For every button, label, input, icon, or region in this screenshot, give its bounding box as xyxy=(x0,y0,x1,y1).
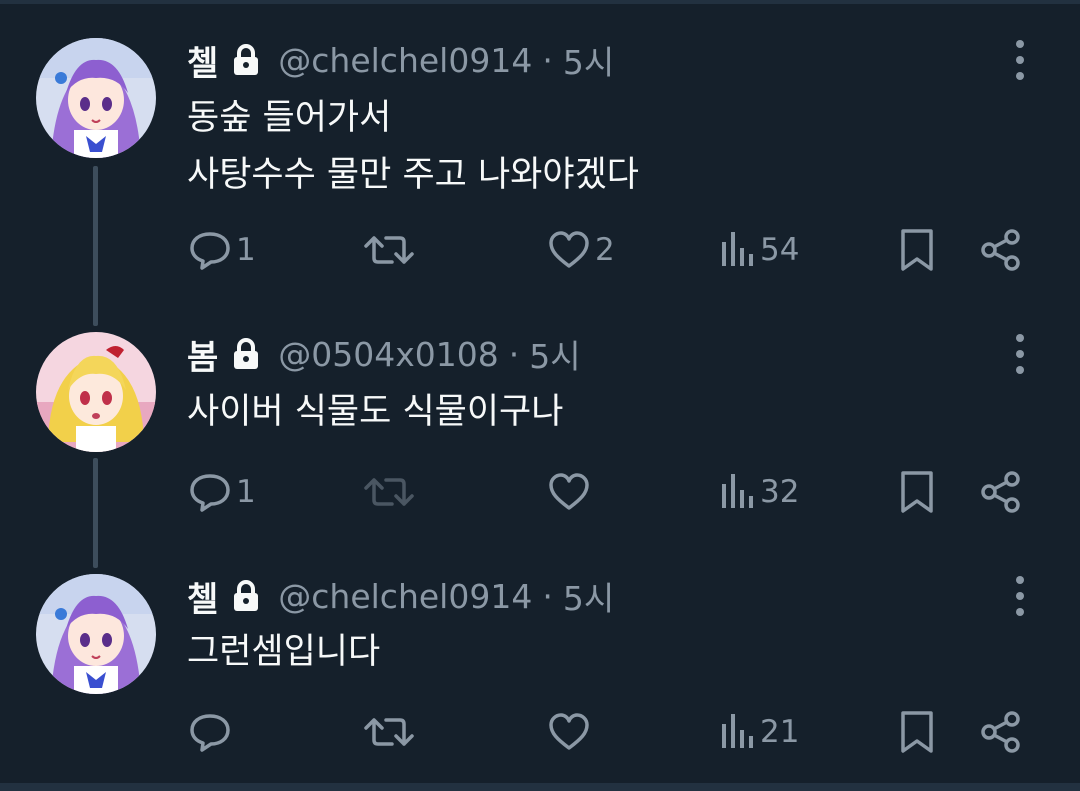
bookmark-button[interactable] xyxy=(900,710,934,754)
share-icon xyxy=(981,711,1020,753)
tweet-text-line: 그런셈입니다 xyxy=(187,632,381,672)
tweet-text: 사이버 식물도 식물이구나 xyxy=(187,384,563,441)
bookmark-button[interactable] xyxy=(900,470,934,514)
share-button[interactable] xyxy=(980,710,1022,754)
user-handle[interactable]: @chelchel0914 xyxy=(278,577,532,616)
lock-icon xyxy=(232,338,260,370)
top-divider xyxy=(0,0,1080,4)
heart-icon xyxy=(549,473,589,510)
user-handle[interactable]: @0504x0108 xyxy=(278,335,499,374)
retweet-icon xyxy=(364,478,414,506)
like-button[interactable] xyxy=(547,710,595,754)
bookmark-icon xyxy=(901,471,933,513)
lock-icon xyxy=(232,44,260,76)
tweet-text-line: 사이버 식물도 식물이구나 xyxy=(187,392,564,432)
views-button[interactable]: 32 xyxy=(720,470,799,514)
avatar[interactable] xyxy=(36,574,156,694)
action-bar: 21 xyxy=(0,710,1080,754)
reply-icon xyxy=(190,232,230,270)
views-chart-icon xyxy=(722,232,753,266)
retweet-icon xyxy=(364,718,414,746)
display-name[interactable]: 봄 xyxy=(187,330,218,379)
retweet-icon xyxy=(364,236,414,264)
share-button[interactable] xyxy=(980,470,1022,514)
separator-dot: · xyxy=(542,576,553,616)
tweet-text: 그런셈입니다 xyxy=(187,624,380,681)
reply-button[interactable]: 1 xyxy=(188,470,256,514)
reply-button[interactable] xyxy=(188,710,236,754)
like-button[interactable] xyxy=(547,470,595,514)
views-button[interactable]: 54 xyxy=(720,228,799,272)
timestamp[interactable]: 5시 xyxy=(563,572,614,620)
timestamp[interactable]: 5시 xyxy=(563,36,614,84)
separator-dot: · xyxy=(542,40,553,80)
views-chart-icon xyxy=(722,714,753,748)
display-name[interactable]: 첼 xyxy=(187,572,218,621)
like-count: 2 xyxy=(595,232,615,268)
tweet-header: 첼 @chelchel0914 · 5시 xyxy=(187,36,614,85)
share-button[interactable] xyxy=(980,228,1022,272)
share-icon xyxy=(981,471,1020,513)
tweet-text-line: 사탕수수 물만 주고 나와야겠다 xyxy=(187,155,639,195)
avatar-image xyxy=(36,38,156,158)
retweet-button[interactable] xyxy=(364,710,418,754)
timestamp[interactable]: 5시 xyxy=(529,330,580,378)
user-handle[interactable]: @chelchel0914 xyxy=(278,41,532,80)
retweet-button[interactable] xyxy=(364,228,418,272)
avatar-image xyxy=(36,574,156,694)
tweet-text-line: 동숲 들어가서 xyxy=(187,98,392,138)
bookmark-icon xyxy=(901,229,933,271)
bookmark-icon xyxy=(901,711,933,753)
lock-icon xyxy=(232,580,260,612)
more-dots-icon[interactable] xyxy=(1008,576,1032,616)
avatar-image xyxy=(36,332,156,452)
tweet-header: 첼 @chelchel0914 · 5시 xyxy=(187,572,614,621)
heart-icon xyxy=(549,713,589,750)
tweet-text: 동숲 들어가서 사탕수수 물만 주고 나와야겠다 xyxy=(187,90,639,204)
reply-icon xyxy=(190,714,230,752)
bottom-divider xyxy=(0,783,1080,791)
display-name[interactable]: 첼 xyxy=(187,36,218,85)
retweet-button-disabled xyxy=(364,470,418,514)
heart-icon xyxy=(549,231,589,268)
like-button[interactable]: 2 xyxy=(547,228,615,272)
avatar[interactable] xyxy=(36,332,156,452)
separator-dot: · xyxy=(508,334,520,374)
avatar[interactable] xyxy=(36,38,156,158)
more-dots-icon[interactable] xyxy=(1008,40,1032,80)
action-bar: 1 2 54 xyxy=(0,228,1080,272)
tweet-header: 봄 @0504x0108 · 5시 xyxy=(187,330,581,379)
reply-icon xyxy=(190,474,230,512)
view-count: 32 xyxy=(760,474,800,510)
reply-count: 1 xyxy=(236,232,256,268)
views-chart-icon xyxy=(722,474,753,508)
bookmark-button[interactable] xyxy=(900,228,934,272)
reply-count: 1 xyxy=(236,474,256,510)
action-bar: 1 32 xyxy=(0,470,1080,514)
reply-button[interactable]: 1 xyxy=(188,228,256,272)
views-button[interactable]: 21 xyxy=(720,710,799,754)
share-icon xyxy=(981,229,1020,271)
view-count: 21 xyxy=(760,714,800,750)
view-count: 54 xyxy=(760,232,800,268)
more-dots-icon[interactable] xyxy=(1008,334,1032,374)
